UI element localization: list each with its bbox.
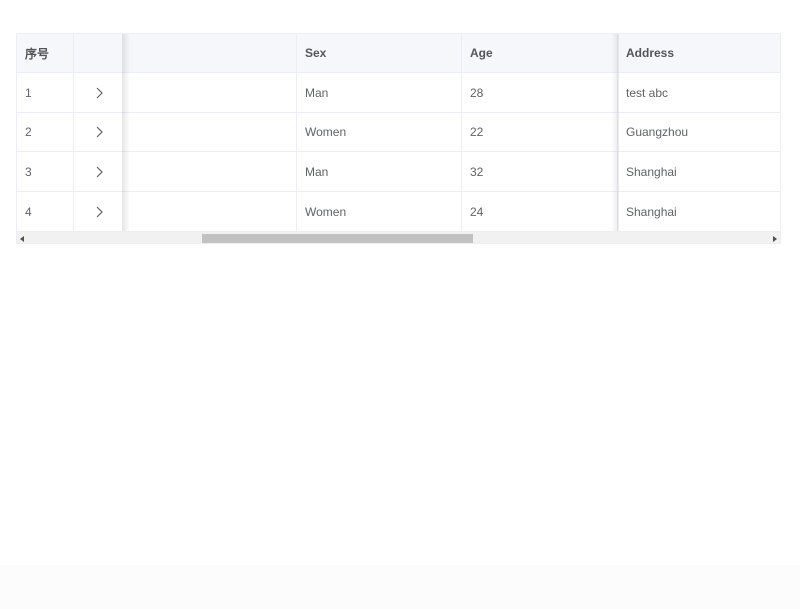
cell-index-value: 3: [25, 164, 32, 179]
cell-address: test abc: [618, 73, 780, 112]
cell-sex: Women: [297, 113, 462, 151]
page-footer-area: [0, 565, 800, 609]
scrollbar-thumb[interactable]: [202, 234, 473, 243]
cell-address: Shanghai: [618, 192, 780, 231]
cell-index: 4: [17, 192, 74, 231]
cell-sex: Man: [297, 73, 462, 112]
column-header-age[interactable]: Age: [462, 34, 618, 72]
cell-address-value: Shanghai: [626, 204, 677, 219]
chevron-right-icon[interactable]: [92, 125, 106, 139]
table-row[interactable]: 2 Women 22 Guangzhou: [17, 113, 780, 152]
expand-toggle[interactable]: [74, 113, 124, 151]
cell-index: 2: [17, 113, 74, 151]
cell-name: [124, 152, 297, 191]
cell-address: Shanghai: [618, 152, 780, 191]
table-header-row: 序号 Sex Age Address: [17, 34, 780, 73]
cell-age: 24: [462, 192, 618, 231]
cell-sex-value: Man: [305, 85, 329, 100]
cell-age: 28: [462, 73, 618, 112]
cell-sex-value: Man: [305, 164, 329, 179]
horizontal-scrollbar[interactable]: [17, 231, 780, 243]
column-header-address-label: Address: [626, 46, 675, 60]
chevron-right-icon[interactable]: [92, 165, 106, 179]
expand-toggle[interactable]: [74, 73, 124, 112]
cell-sex-value: Women: [305, 204, 347, 219]
cell-age: 32: [462, 152, 618, 191]
cell-address: Guangzhou: [618, 113, 780, 151]
cell-age-value: 24: [470, 204, 484, 219]
column-header-index-label: 序号: [25, 46, 50, 61]
cell-age-value: 22: [470, 125, 484, 139]
column-header-sex-label: Sex: [305, 46, 327, 60]
column-header-name: [124, 34, 297, 72]
cell-name: [124, 73, 297, 112]
triangle-right-icon: [771, 231, 777, 243]
table-row[interactable]: 4 Women 24 Shanghai: [17, 192, 780, 231]
column-header-index[interactable]: 序号: [17, 34, 74, 72]
column-header-expand: [74, 34, 124, 72]
chevron-right-icon[interactable]: [92, 205, 106, 219]
expand-toggle[interactable]: [74, 152, 124, 191]
column-header-age-label: Age: [470, 46, 493, 60]
cell-address-value: Shanghai: [626, 164, 677, 179]
scroll-right-button[interactable]: [768, 231, 780, 243]
chevron-right-icon[interactable]: [92, 86, 106, 100]
cell-address-value: Guangzhou: [626, 125, 689, 139]
table-row[interactable]: 3 Man 32 Shanghai: [17, 152, 780, 192]
cell-address-value: test abc: [626, 85, 669, 100]
cell-age: 22: [462, 113, 618, 151]
triangle-left-icon: [20, 231, 26, 243]
column-header-sex[interactable]: Sex: [297, 34, 462, 72]
scroll-left-button[interactable]: [17, 231, 29, 243]
cell-name: [124, 113, 297, 151]
cell-index-value: 2: [25, 125, 32, 139]
cell-age-value: 32: [470, 164, 484, 179]
data-table: 序号 Sex Age Address 1 Man 28 test abc 2 W…: [16, 33, 781, 244]
cell-sex-value: Women: [305, 125, 347, 139]
cell-index: 3: [17, 152, 74, 191]
cell-index-value: 1: [25, 85, 32, 100]
column-header-address[interactable]: Address: [618, 34, 780, 72]
cell-age-value: 28: [470, 85, 484, 100]
cell-name: [124, 192, 297, 231]
cell-sex: Women: [297, 192, 462, 231]
table-row[interactable]: 1 Man 28 test abc: [17, 73, 780, 113]
cell-index: 1: [17, 73, 74, 112]
expand-toggle[interactable]: [74, 192, 124, 231]
cell-index-value: 4: [25, 204, 32, 219]
cell-sex: Man: [297, 152, 462, 191]
